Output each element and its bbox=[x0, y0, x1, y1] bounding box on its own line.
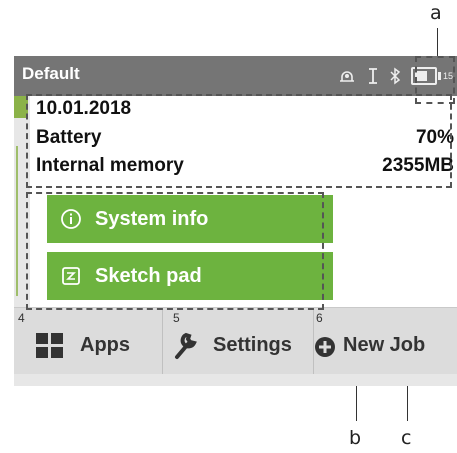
callout-c: c bbox=[401, 427, 412, 449]
apps-icon bbox=[36, 333, 64, 364]
new-job-tab[interactable]: 6 New Job bbox=[314, 308, 457, 374]
highlight-info-panel bbox=[26, 94, 452, 188]
profile-title: Default bbox=[22, 64, 80, 83]
title-bar: Default 15 bbox=[14, 56, 457, 96]
callout-a: a bbox=[430, 2, 442, 24]
side-frame bbox=[16, 146, 24, 296]
new-job-label: New Job bbox=[343, 334, 426, 356]
wrench-icon bbox=[173, 330, 199, 365]
new-job-number: 6 bbox=[316, 311, 323, 325]
bluetooth-icon bbox=[389, 67, 401, 85]
settings-tab[interactable]: 5 Settings bbox=[163, 308, 314, 374]
bottom-bar: 4 Apps 5 Settings 6 New Job bbox=[14, 307, 457, 374]
cursor-icon bbox=[367, 67, 379, 85]
settings-label: Settings bbox=[213, 334, 292, 356]
apps-number: 4 bbox=[18, 311, 25, 325]
callout-b: b bbox=[349, 427, 362, 449]
callout-a-line bbox=[437, 28, 438, 58]
apps-tab[interactable]: 4 Apps bbox=[14, 308, 163, 374]
highlight-buttons bbox=[26, 192, 324, 310]
apps-label: Apps bbox=[80, 334, 130, 356]
target-icon bbox=[337, 67, 357, 85]
plus-circle-icon bbox=[314, 336, 336, 363]
settings-number: 5 bbox=[173, 311, 180, 325]
